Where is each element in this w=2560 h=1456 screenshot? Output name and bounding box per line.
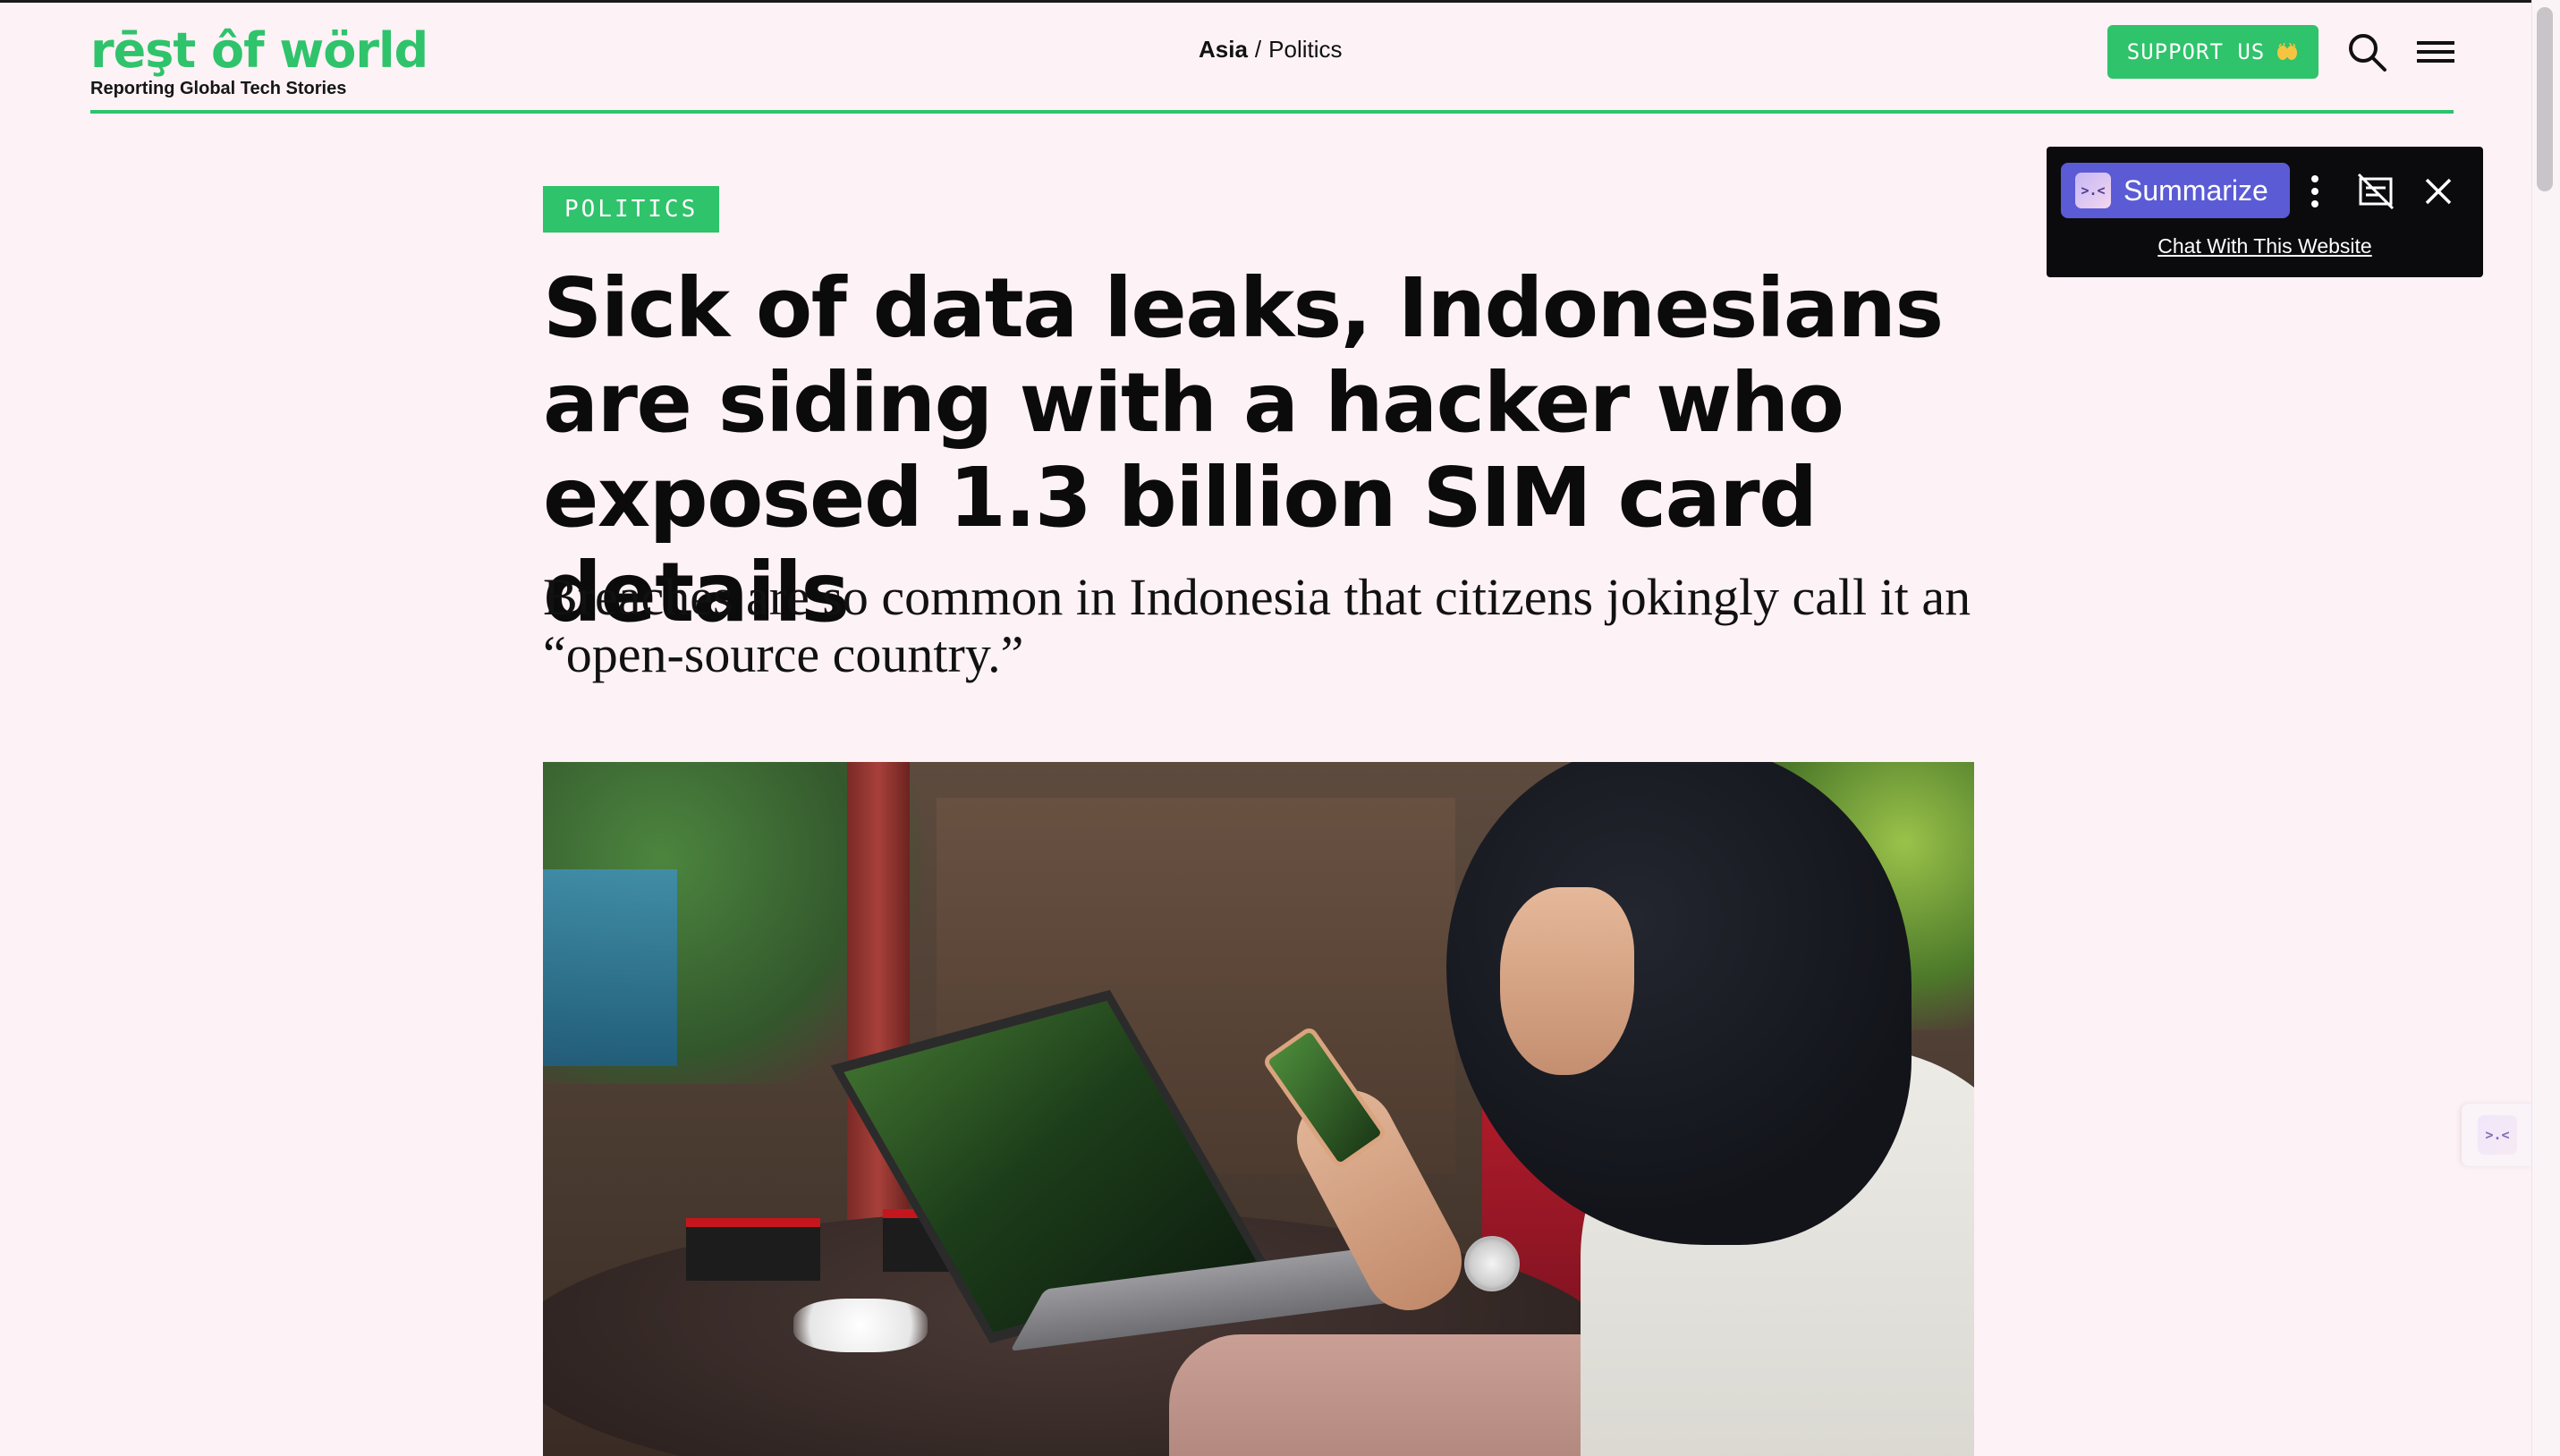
article-dek: Breaches are so common in Indonesia that… — [543, 568, 1971, 683]
more-vertical-icon[interactable] — [2308, 174, 2322, 209]
logo-tagline: Reporting Global Tech Stories — [90, 79, 347, 98]
close-icon[interactable] — [2422, 175, 2454, 207]
site-logo[interactable]: rēşt ôf wörld Reporting Global Tech Stor… — [90, 23, 428, 99]
breadcrumb: Asia / Politics — [1199, 36, 1343, 63]
summarize-logo-icon: >.< — [2075, 173, 2111, 208]
hero-woman-face — [1500, 887, 1634, 1075]
search-icon[interactable] — [2345, 30, 2388, 73]
hamburger-menu-icon[interactable] — [2415, 32, 2456, 72]
hero-red-box — [686, 1218, 820, 1281]
support-us-label: SUPPORT US — [2126, 39, 2266, 64]
scrollbar-thumb[interactable] — [2537, 7, 2553, 191]
hide-panel-icon[interactable] — [2356, 172, 2395, 211]
hero-image — [543, 762, 1974, 1456]
breadcrumb-section[interactable]: Politics — [1268, 36, 1342, 63]
summarize-button[interactable]: >.< Summarize — [2061, 163, 2290, 218]
hero-blue-background — [543, 869, 677, 1066]
chat-with-website-link[interactable]: Chat With This Website — [2047, 234, 2483, 258]
summarize-extension-panel: >.< Summarize Chat With This Website — [2047, 147, 2483, 277]
breadcrumb-separator: / — [1254, 36, 1262, 63]
top-border — [0, 0, 2560, 3]
logo-wordmark[interactable]: rēşt ôf wörld — [90, 23, 428, 79]
support-us-button[interactable]: SUPPORT US — [2107, 25, 2318, 79]
summarize-side-tab[interactable]: >.< — [2462, 1104, 2533, 1166]
scrollbar-track[interactable] — [2531, 0, 2560, 1456]
breadcrumb-region[interactable]: Asia — [1199, 36, 1248, 63]
hero-watch — [1464, 1236, 1520, 1291]
summarize-logo-icon: >.< — [2478, 1115, 2517, 1155]
clapping-hands-icon — [2277, 43, 2298, 60]
hero-tissue — [793, 1299, 928, 1352]
header-divider — [90, 110, 2454, 114]
summarize-label: Summarize — [2123, 174, 2268, 207]
category-tag[interactable]: POLITICS — [543, 186, 720, 233]
